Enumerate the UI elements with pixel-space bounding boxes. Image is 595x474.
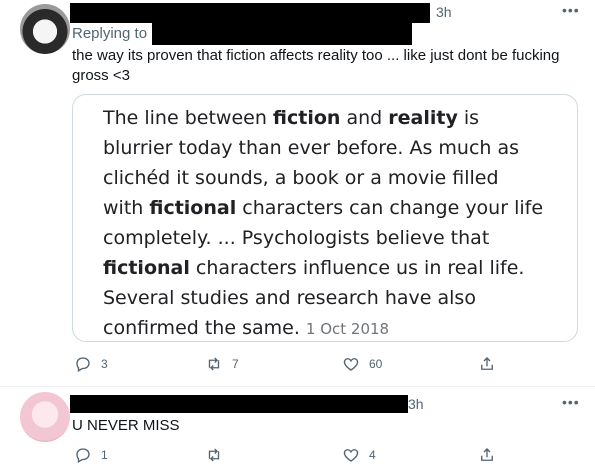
quote-card[interactable]: The line between fiction and reality is …	[72, 94, 578, 342]
tweet-timestamp[interactable]: 3h	[408, 396, 424, 412]
share-icon	[481, 357, 493, 370]
like-button[interactable]: 60	[342, 355, 382, 373]
reply-count: 3	[101, 357, 108, 371]
divider	[0, 386, 595, 387]
share-button[interactable]	[478, 446, 496, 464]
share-button[interactable]	[478, 355, 496, 373]
like-button[interactable]: 4	[342, 446, 376, 464]
quote-date: 1 Oct 2018	[305, 320, 390, 338]
reply-count: 1	[101, 448, 108, 462]
quote-text: The line between fiction and reality is …	[103, 107, 544, 339]
like-count: 60	[369, 357, 383, 371]
more-options-icon[interactable]: •••	[562, 394, 580, 410]
tweet-text: the way its proven that fiction affects …	[72, 47, 560, 84]
heart-icon	[343, 449, 359, 462]
heart-icon	[343, 358, 359, 371]
reply-icon	[76, 448, 90, 463]
tweet-timestamp[interactable]: 3h	[436, 4, 452, 20]
like-count: 4	[369, 448, 376, 462]
retweet-count: 7	[232, 357, 239, 371]
retweet-icon	[208, 357, 220, 371]
retweet-button[interactable]: 7	[205, 355, 239, 373]
avatar[interactable]	[20, 4, 70, 54]
redacted-author-name	[70, 3, 430, 23]
more-options-icon[interactable]: •••	[562, 2, 580, 18]
tweet-text: U NEVER MISS	[72, 417, 180, 434]
reply-icon	[76, 357, 90, 372]
reply-button[interactable]: 3	[74, 355, 108, 373]
redacted-author-name	[70, 395, 408, 413]
retweet-button[interactable]	[205, 446, 223, 464]
avatar[interactable]	[20, 392, 70, 442]
reply-button[interactable]: 1	[74, 446, 108, 464]
retweet-icon	[208, 448, 220, 462]
share-icon	[481, 448, 493, 461]
replying-to-label: Replying to	[72, 25, 148, 42]
redacted-reply-handle	[152, 21, 412, 45]
